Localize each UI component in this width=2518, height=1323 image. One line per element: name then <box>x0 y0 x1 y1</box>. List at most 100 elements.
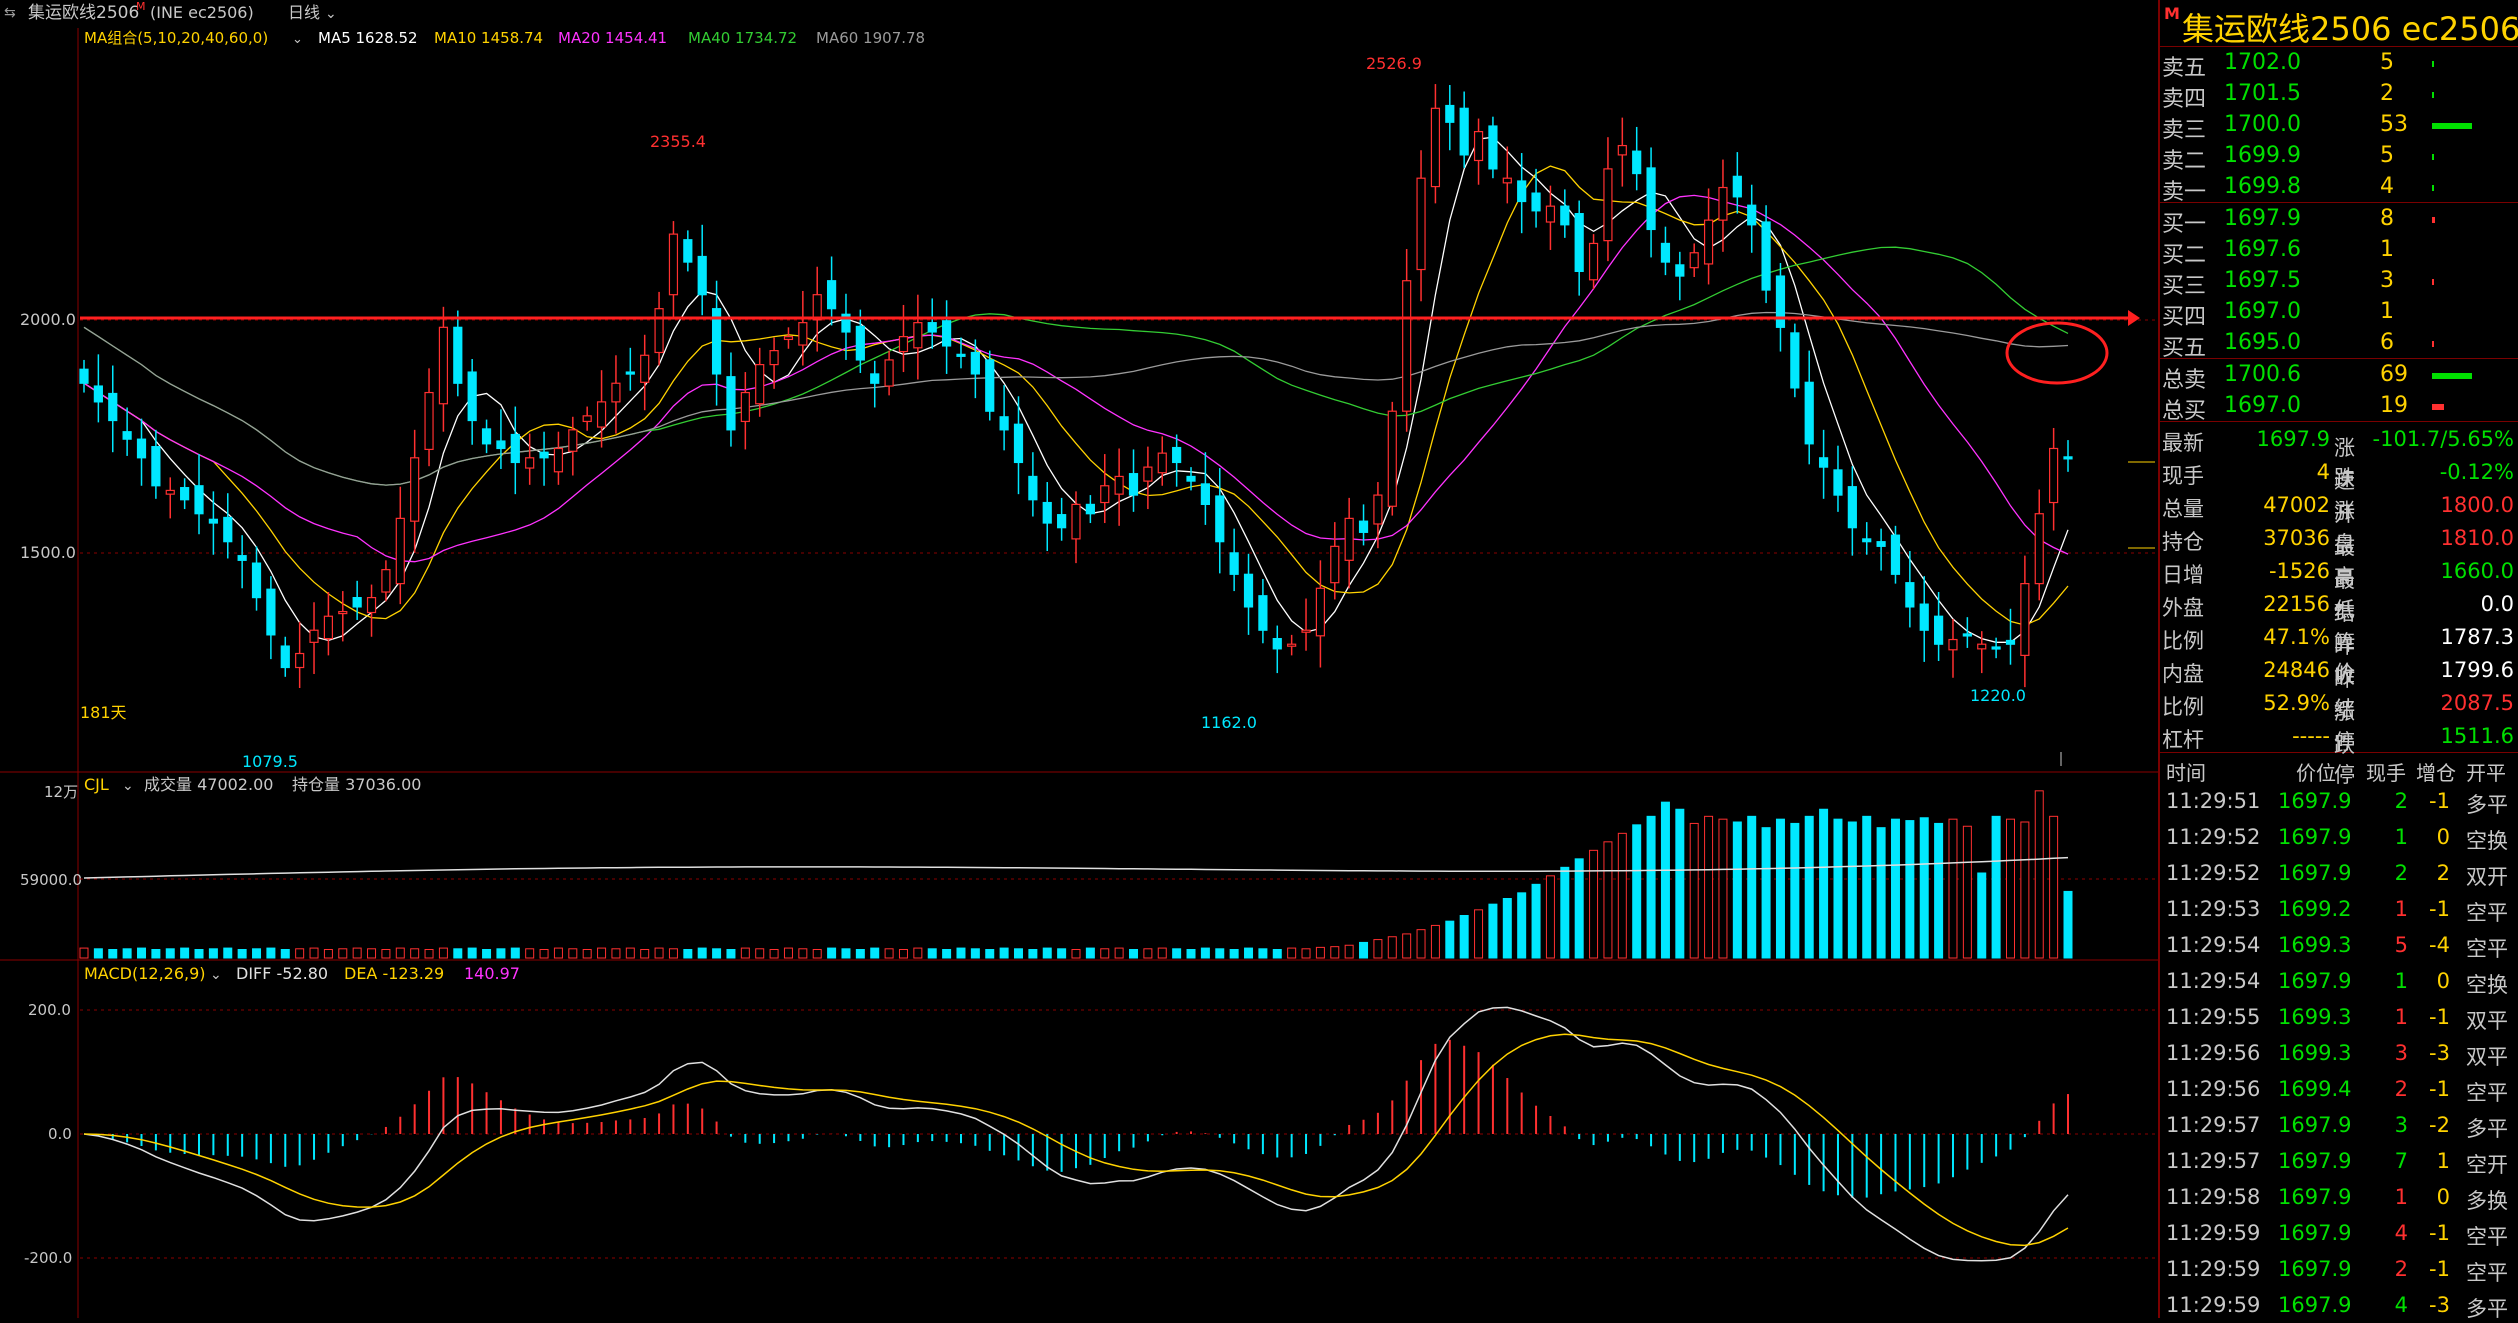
window-arrows-icon[interactable]: ⇆ <box>4 5 16 21</box>
orderbook-ask-row[interactable]: 卖三 1700.0 53 <box>2160 109 2518 143</box>
candle-body[interactable] <box>783 336 794 341</box>
candle-body[interactable] <box>424 391 434 451</box>
candle-body[interactable] <box>1100 485 1110 504</box>
candle-body[interactable] <box>1143 466 1153 482</box>
candle-body[interactable] <box>1560 205 1570 226</box>
candle-body[interactable] <box>1042 501 1052 524</box>
orderbook-bid-row[interactable]: 买五 1695.0 6 <box>2160 327 2518 361</box>
candle-body[interactable] <box>352 596 362 608</box>
candle-body[interactable] <box>898 336 909 353</box>
candle-body[interactable] <box>1373 494 1383 525</box>
candle-body[interactable] <box>165 489 175 495</box>
candle-body[interactable] <box>251 562 262 599</box>
candle-body[interactable] <box>740 391 750 423</box>
orderbook-bid-row[interactable]: 买一 1697.9 8 <box>2160 203 2518 237</box>
candle-body[interactable] <box>1330 545 1340 584</box>
candle-body[interactable] <box>1114 475 1124 495</box>
candle-body[interactable] <box>108 392 118 422</box>
candle-body[interactable] <box>769 350 779 366</box>
candle-body[interactable] <box>151 446 161 487</box>
candle-body[interactable] <box>1430 107 1441 188</box>
candle-body[interactable] <box>1272 638 1282 650</box>
candle-body[interactable] <box>956 353 966 357</box>
candle-body[interactable] <box>582 415 592 423</box>
candle-body[interactable] <box>1402 280 1412 412</box>
candle-body[interactable] <box>481 428 492 445</box>
chevron-down-icon[interactable]: ⌄ <box>122 778 134 794</box>
candle-body[interactable] <box>438 326 449 405</box>
candle-body[interactable] <box>1919 603 1929 631</box>
candle-body[interactable] <box>985 359 995 412</box>
candle-body[interactable] <box>1545 205 1556 223</box>
candle-body[interactable] <box>755 364 765 405</box>
candle-body[interactable] <box>366 596 377 614</box>
candle-body[interactable] <box>1200 483 1210 505</box>
candle-body[interactable] <box>237 555 247 561</box>
candle-body[interactable] <box>323 615 334 640</box>
orderbook-ask-row[interactable]: 卖四 1701.5 2 <box>2160 78 2518 112</box>
chevron-down-icon[interactable]: ⌄ <box>210 967 222 983</box>
candle-body[interactable] <box>1847 486 1857 529</box>
candle-body[interactable] <box>913 322 923 349</box>
candle-body[interactable] <box>1057 514 1067 529</box>
candle-body[interactable] <box>1675 264 1685 277</box>
candle-body[interactable] <box>942 320 952 347</box>
orderbook-bid-row[interactable]: 买三 1697.5 3 <box>2160 265 2518 299</box>
candle-body[interactable] <box>410 457 420 522</box>
candle-body[interactable] <box>1186 475 1196 482</box>
candle-body[interactable] <box>1747 204 1757 226</box>
candle-body[interactable] <box>927 322 937 333</box>
candle-body[interactable] <box>870 373 880 384</box>
candle-body[interactable] <box>539 451 549 459</box>
candle-body[interactable] <box>79 368 89 384</box>
candle-body[interactable] <box>1991 646 2001 650</box>
candle-body[interactable] <box>2049 447 2059 504</box>
orderbook-bid-row[interactable]: 买四 1697.0 1 <box>2160 296 2518 330</box>
candle-body[interactable] <box>1445 104 1455 123</box>
candle-body[interactable] <box>1258 595 1268 631</box>
candle-body[interactable] <box>654 308 664 354</box>
candle-body[interactable] <box>1804 381 1814 445</box>
candle-body[interactable] <box>93 385 103 403</box>
candle-body[interactable] <box>1085 503 1095 515</box>
candle-body[interactable] <box>683 239 693 263</box>
candle-body[interactable] <box>295 652 305 669</box>
candle-body[interactable] <box>1416 177 1426 271</box>
candle-body[interactable] <box>1531 192 1541 212</box>
candle-body[interactable] <box>1718 186 1728 221</box>
kline-chart-area[interactable]: ⇆ 集运欧线2506 M (INE ec2506) 日线 ⌄ MA组合(5,10… <box>0 0 2158 1318</box>
candle-body[interactable] <box>1977 643 1987 650</box>
candle-body[interactable] <box>309 629 319 643</box>
candle-body[interactable] <box>1287 643 1297 647</box>
candle-body[interactable] <box>1172 446 1182 464</box>
candle-body[interactable] <box>568 429 578 452</box>
candle-body[interactable] <box>338 610 348 615</box>
candle-body[interactable] <box>1502 177 1512 184</box>
candle-body[interactable] <box>1517 180 1527 203</box>
candle-body[interactable] <box>1905 582 1915 608</box>
candle-body[interactable] <box>1890 534 1901 575</box>
candle-body[interactable] <box>1790 332 1800 389</box>
candle-body[interactable] <box>1934 615 1944 645</box>
candle-body[interactable] <box>553 447 564 473</box>
candle-body[interactable] <box>999 416 1009 431</box>
period-selector[interactable]: 日线 <box>288 3 320 22</box>
candle-body[interactable] <box>812 294 822 321</box>
candle-body[interactable] <box>884 359 894 387</box>
candle-body[interactable] <box>1071 503 1081 540</box>
candle-body[interactable] <box>1344 517 1354 561</box>
candle-body[interactable] <box>1229 552 1239 575</box>
candle-body[interactable] <box>798 322 808 346</box>
chevron-down-icon[interactable]: ⌄ <box>292 32 303 47</box>
candle-body[interactable] <box>1473 131 1484 162</box>
candle-body[interactable] <box>467 371 477 422</box>
candle-body[interactable] <box>1588 242 1599 281</box>
candle-body[interactable] <box>1862 538 1872 543</box>
candle-body[interactable] <box>826 280 837 310</box>
candle-body[interactable] <box>510 433 520 464</box>
candle-body[interactable] <box>1833 469 1843 496</box>
candle-body[interactable] <box>1818 457 1829 468</box>
candle-body[interactable] <box>223 516 233 543</box>
candle-body[interactable] <box>1387 410 1397 507</box>
quote-label[interactable]: 结算价 ⏷ <box>2334 592 2355 685</box>
